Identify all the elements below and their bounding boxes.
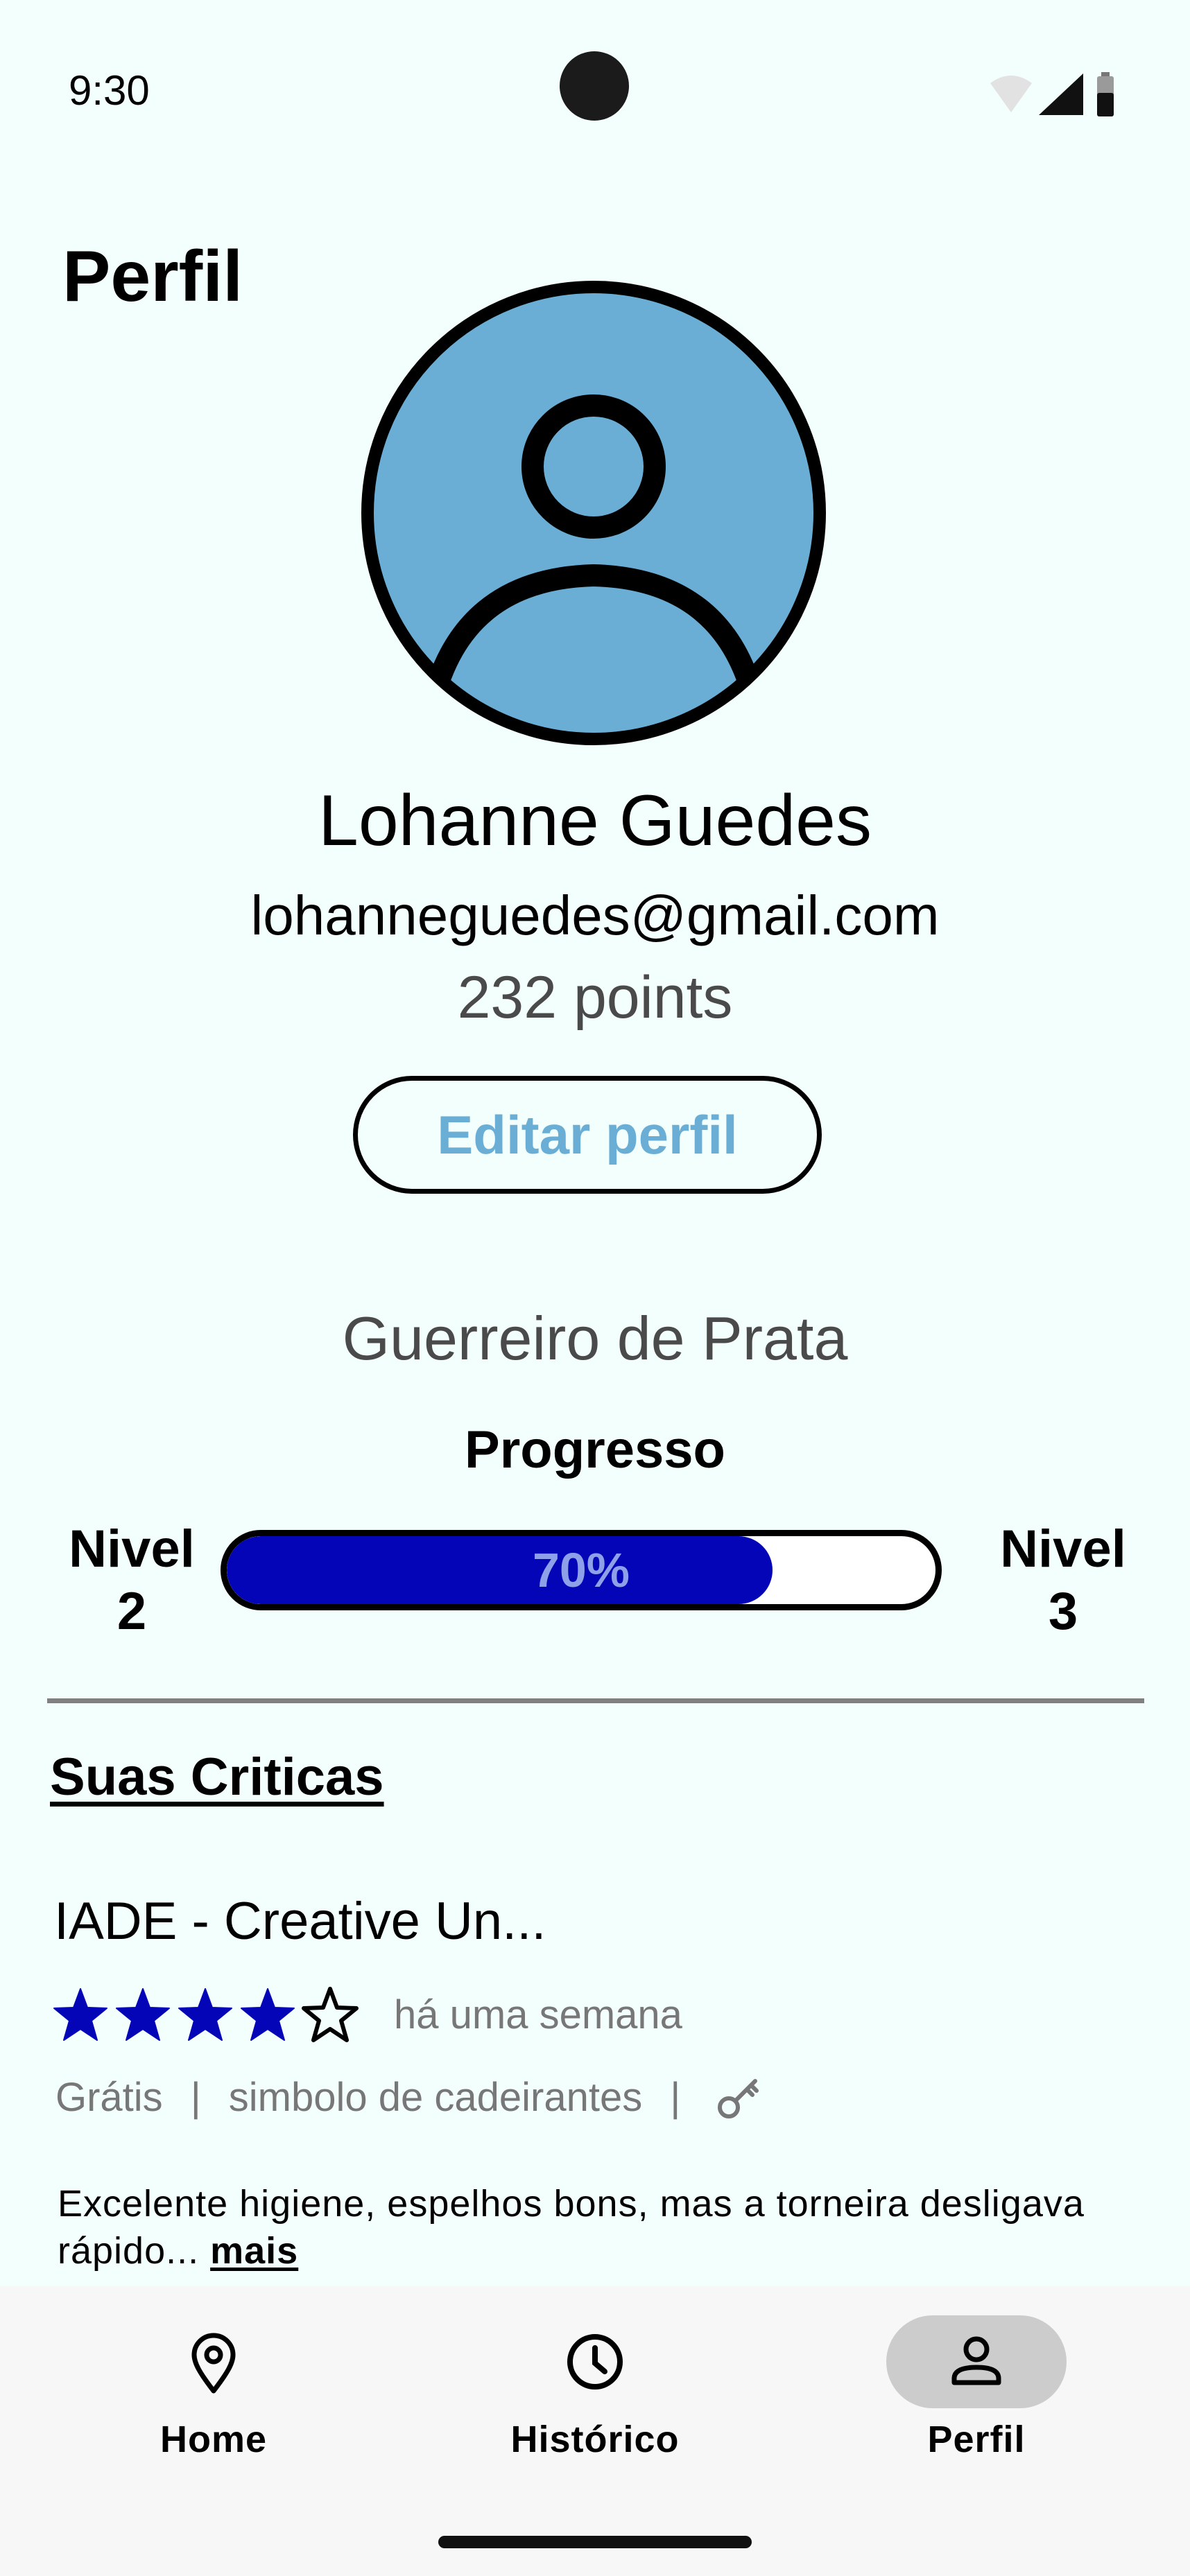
more-link[interactable]: mais (210, 2230, 298, 2272)
status-icons (990, 72, 1114, 116)
nav-home-label: Home (159, 2419, 268, 2460)
review-tags: Grátis | simbolo de cadeirantes | (55, 2073, 764, 2121)
tag-separator: | (190, 2074, 201, 2120)
star-empty-icon (302, 1987, 359, 2042)
battery-icon (1097, 72, 1114, 116)
tag-wheelchair: simbolo de cadeirantes (228, 2074, 643, 2120)
wifi-icon (990, 76, 1032, 112)
reviews-section-title: Suas Criticas (50, 1748, 384, 1807)
current-level-text: Nivel 2 (69, 1520, 195, 1641)
nav-profile-icon-wrap (886, 2315, 1067, 2408)
signal-icon (1039, 73, 1083, 115)
user-points: 232 points (457, 964, 733, 1031)
progress-bar: 70% (221, 1530, 942, 1610)
nav-history-icon-wrap (505, 2315, 685, 2408)
nav-home-icon-wrap (123, 2315, 304, 2408)
star-rating (51, 1986, 359, 2045)
current-level: Nivel 2 (52, 1518, 212, 1643)
divider (47, 1698, 1144, 1703)
rank-title: Guerreiro de Prata (342, 1304, 848, 1373)
progress-label: Progresso (465, 1420, 725, 1479)
progress-percent: 70% (532, 1543, 630, 1597)
next-level-text: Nivel 3 (1000, 1520, 1126, 1641)
review-text: Excelente higiene, espelhos bons, mas a … (58, 2180, 1139, 2274)
location-pin-icon (191, 2333, 236, 2394)
user-email: lohanneguedes@gmail.com (250, 885, 940, 946)
tag-free: Grátis (55, 2074, 163, 2120)
nav-profile-label: Perfil (927, 2419, 1026, 2460)
tag-separator: | (670, 2074, 681, 2120)
star-filled-icon (241, 1988, 295, 2041)
star-filled-icon (116, 1988, 170, 2041)
nav-history-label: Histórico (510, 2419, 680, 2460)
status-time: 9:30 (69, 67, 150, 114)
clock-icon (567, 2334, 623, 2390)
nav-home[interactable]: Home (75, 2315, 352, 2461)
edit-profile-button[interactable]: Editar perfil (353, 1076, 822, 1194)
next-level: Nivel 3 (983, 1518, 1143, 1643)
review-time: há uma semana (394, 1992, 682, 2037)
home-indicator[interactable] (438, 2536, 752, 2548)
camera-cutout (560, 51, 629, 121)
key-icon (718, 2079, 759, 2118)
nav-profile[interactable]: Perfil (838, 2315, 1115, 2461)
avatar[interactable] (361, 281, 826, 745)
user-name: Lohanne Guedes (318, 781, 872, 861)
star-filled-icon (178, 1988, 232, 2041)
nav-history[interactable]: Histórico (456, 2315, 734, 2461)
star-filled-icon (53, 1988, 107, 2041)
review-place-name[interactable]: IADE - Creative Un... (54, 1891, 546, 1951)
person-icon (951, 2336, 1001, 2385)
page-title: Perfil (62, 236, 243, 317)
